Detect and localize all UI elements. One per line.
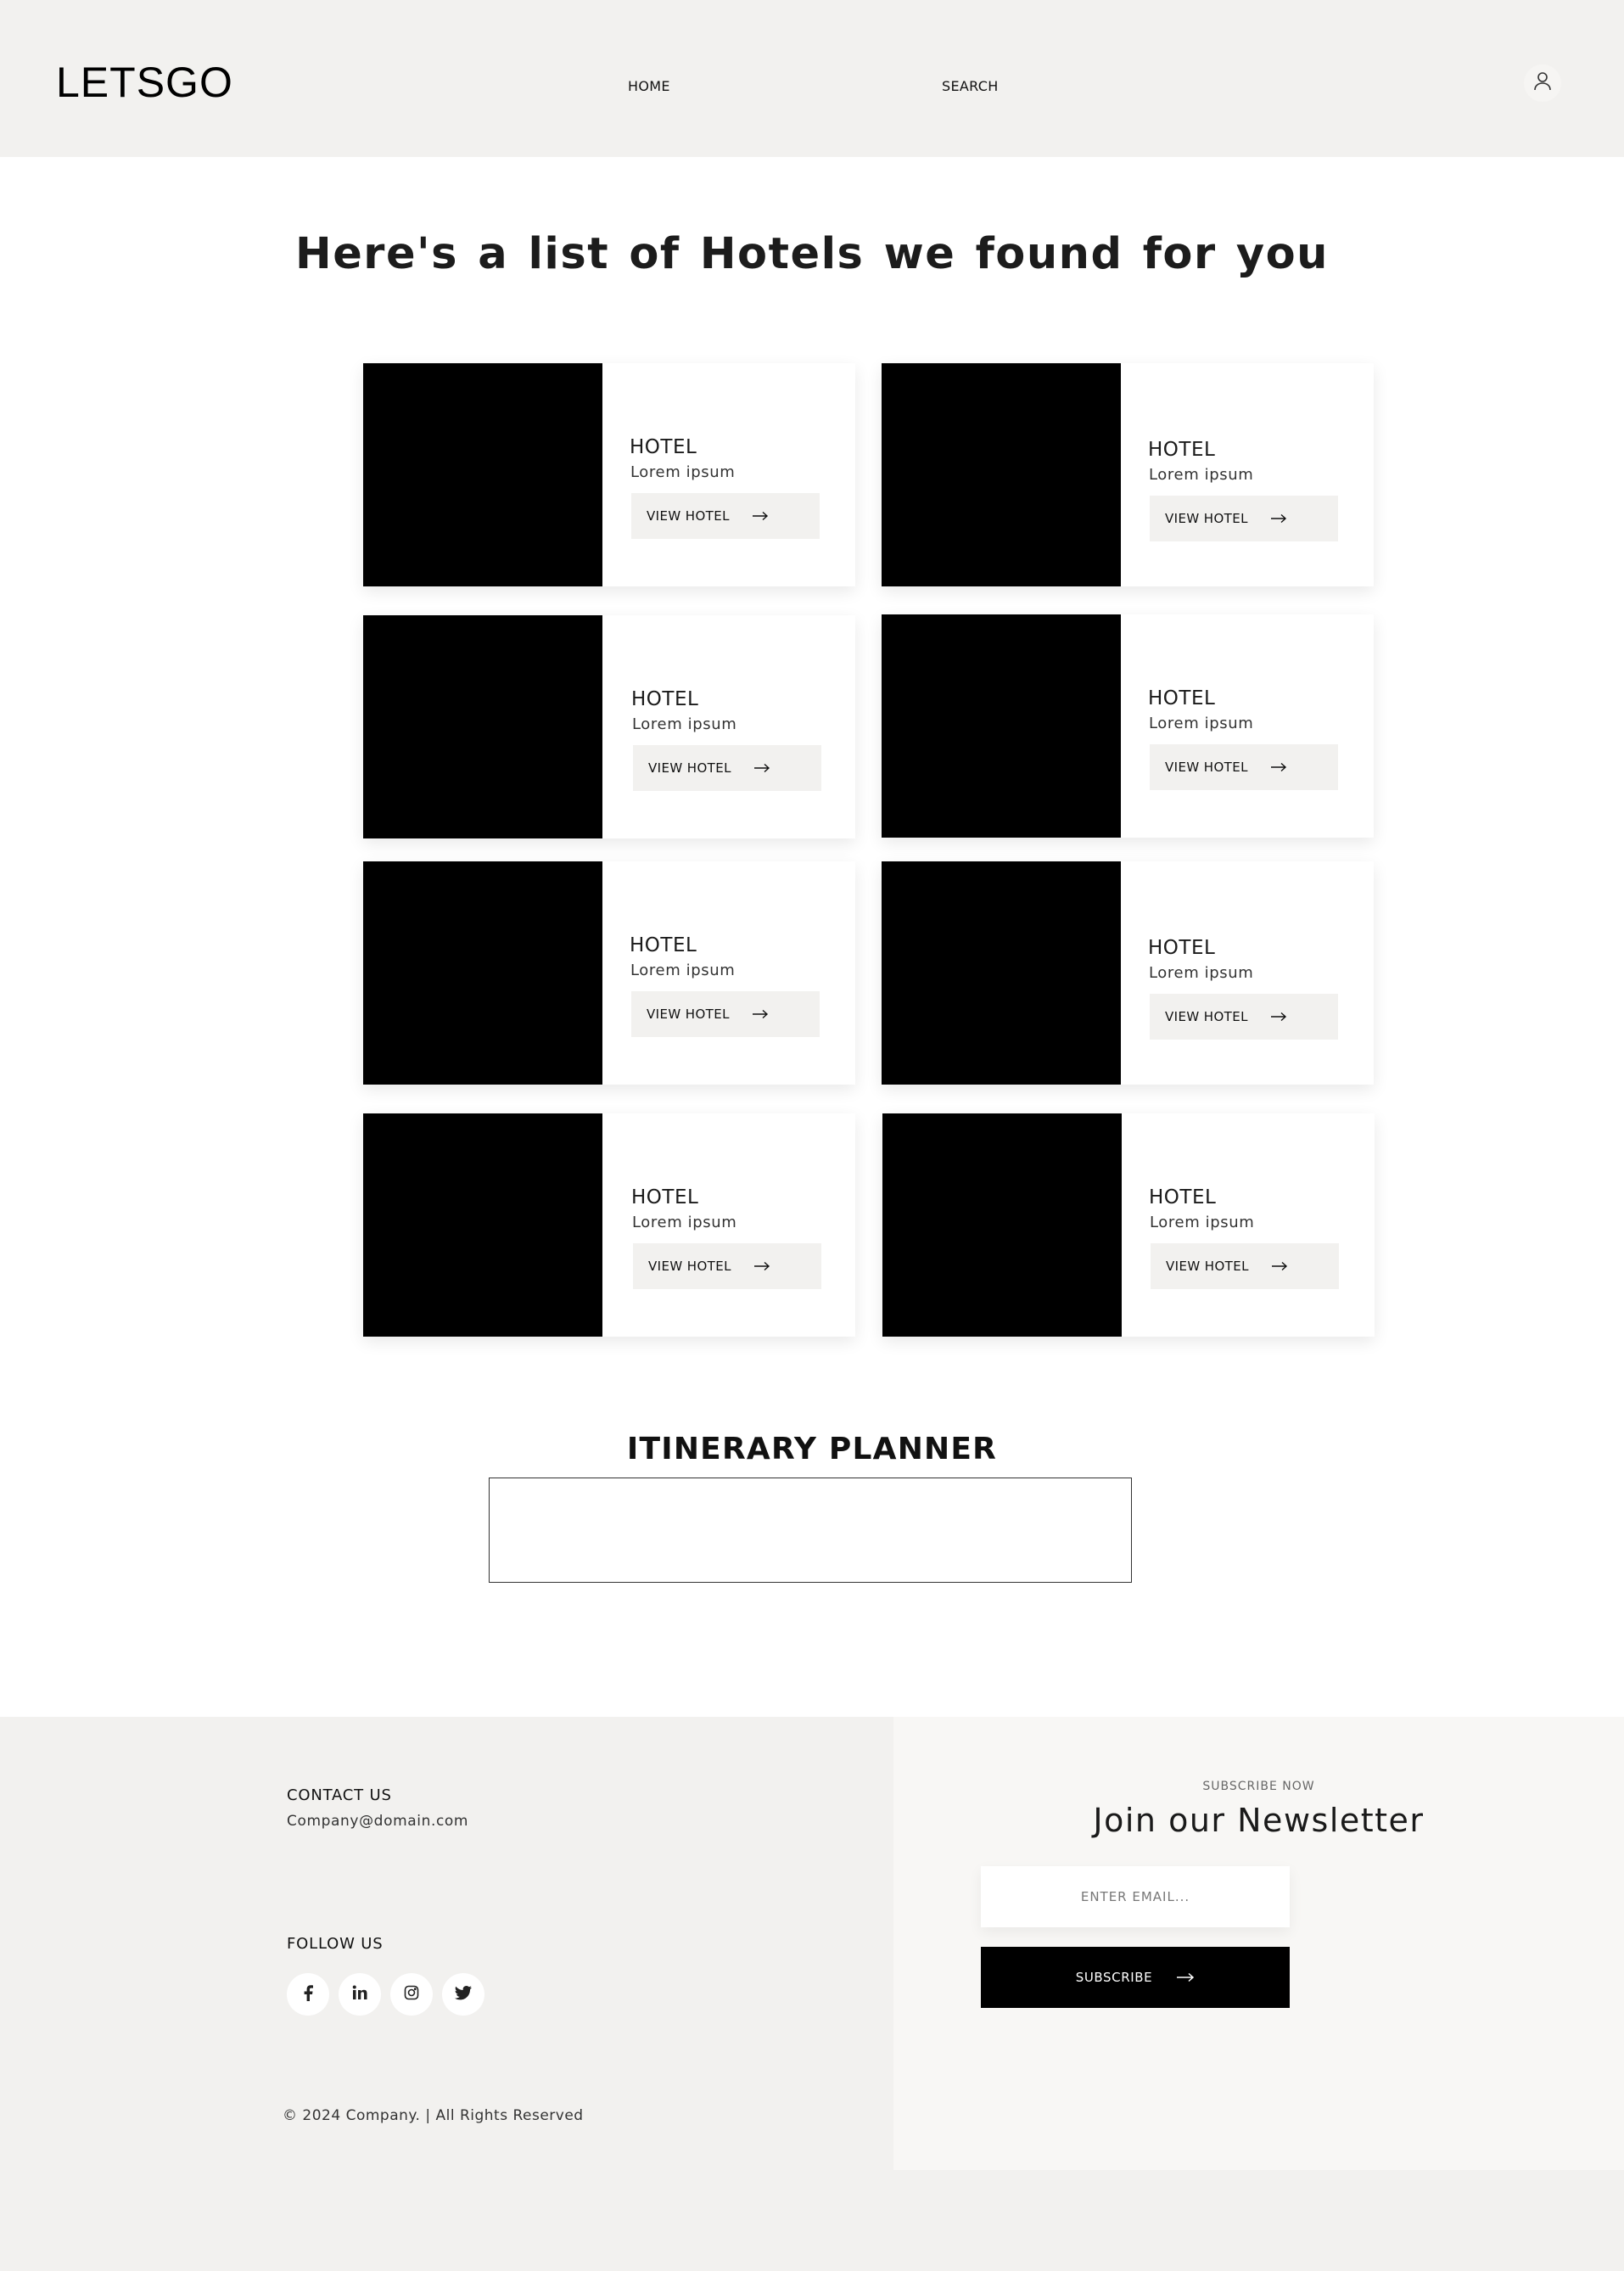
facebook-icon xyxy=(303,1984,313,2005)
contact-email-link[interactable]: Company@domain.com xyxy=(287,1813,468,1830)
hotel-title: HOTEL xyxy=(630,934,697,956)
newsletter-title: Join our Newsletter xyxy=(1093,1802,1425,1839)
facebook-link[interactable] xyxy=(287,1973,329,2016)
nav-home-link[interactable]: HOME xyxy=(628,78,670,94)
view-hotel-button[interactable]: VIEW HOTEL xyxy=(1150,994,1338,1040)
arrow-right-icon xyxy=(752,511,769,521)
hotel-image xyxy=(363,1113,602,1337)
twitter-link[interactable] xyxy=(442,1973,484,2016)
view-hotel-label: VIEW HOTEL xyxy=(1166,1259,1249,1274)
view-hotel-button[interactable]: VIEW HOTEL xyxy=(631,991,820,1037)
hotel-subtitle: Lorem ipsum xyxy=(1149,964,1254,982)
hotel-subtitle: Lorem ipsum xyxy=(632,715,737,733)
arrow-right-icon xyxy=(1270,513,1287,524)
view-hotel-label: VIEW HOTEL xyxy=(1165,1009,1248,1024)
view-hotel-label: VIEW HOTEL xyxy=(647,1007,730,1022)
hotel-card: HOTEL Lorem ipsum VIEW HOTEL xyxy=(363,615,855,838)
subscribe-label: SUBSCRIBE xyxy=(1075,1970,1153,1985)
hotel-subtitle: Lorem ipsum xyxy=(630,463,736,481)
linkedin-link[interactable] xyxy=(339,1973,381,2016)
hotel-subtitle: Lorem ipsum xyxy=(1149,715,1254,732)
subscribe-button[interactable]: SUBSCRIBE xyxy=(981,1947,1290,2008)
view-hotel-button[interactable]: VIEW HOTEL xyxy=(1151,1243,1339,1289)
hotel-subtitle: Lorem ipsum xyxy=(1150,1214,1255,1231)
view-hotel-label: VIEW HOTEL xyxy=(1165,760,1248,775)
hotel-image xyxy=(882,363,1121,586)
hotel-image xyxy=(363,363,602,586)
logo[interactable]: LETSGO xyxy=(56,58,233,107)
itinerary-planner-box[interactable] xyxy=(489,1478,1132,1583)
hotel-image xyxy=(882,861,1121,1085)
instagram-icon xyxy=(404,1985,419,2004)
twitter-icon xyxy=(455,1985,472,2004)
view-hotel-button[interactable]: VIEW HOTEL xyxy=(1150,744,1338,790)
arrow-right-icon xyxy=(1176,1972,1195,1982)
itinerary-planner-title: ITINERARY PLANNER xyxy=(626,1432,998,1466)
view-hotel-button[interactable]: VIEW HOTEL xyxy=(1150,496,1338,541)
account-button[interactable] xyxy=(1524,64,1561,102)
follow-us-heading: FOLLOW US xyxy=(287,1935,384,1953)
newsletter-email-input[interactable] xyxy=(981,1866,1290,1927)
contact-us-heading: CONTACT US xyxy=(287,1786,392,1804)
hotel-card: HOTEL Lorem ipsum VIEW HOTEL xyxy=(363,363,855,586)
arrow-right-icon xyxy=(1270,762,1287,772)
main-content: Here's a list of Hotels we found for you… xyxy=(0,157,1624,1717)
newsletter-kicker: SUBSCRIBE NOW xyxy=(1202,1780,1315,1793)
view-hotel-label: VIEW HOTEL xyxy=(647,508,730,524)
view-hotel-label: VIEW HOTEL xyxy=(648,760,731,776)
hotel-title: HOTEL xyxy=(1148,937,1216,959)
instagram-link[interactable] xyxy=(390,1973,433,2016)
social-links xyxy=(287,1973,484,2016)
hotel-card: HOTEL Lorem ipsum VIEW HOTEL xyxy=(882,614,1374,838)
view-hotel-label: VIEW HOTEL xyxy=(1165,511,1248,526)
arrow-right-icon xyxy=(752,1009,769,1019)
hotel-title: HOTEL xyxy=(631,1186,699,1208)
hotel-card: HOTEL Lorem ipsum VIEW HOTEL xyxy=(882,1113,1375,1337)
view-hotel-label: VIEW HOTEL xyxy=(648,1259,731,1274)
view-hotel-button[interactable]: VIEW HOTEL xyxy=(633,1243,821,1289)
hotel-image xyxy=(363,861,602,1085)
hotel-image xyxy=(882,1113,1122,1337)
hotel-subtitle: Lorem ipsum xyxy=(630,962,736,979)
page-title: Here's a list of Hotels we found for you xyxy=(295,229,1329,279)
newsletter-section: SUBSCRIBE NOW Join our Newsletter SUBSCR… xyxy=(893,1717,1624,2170)
arrow-right-icon xyxy=(753,763,770,773)
arrow-right-icon xyxy=(1271,1261,1288,1271)
view-hotel-button[interactable]: VIEW HOTEL xyxy=(631,493,820,539)
hotel-card: HOTEL Lorem ipsum VIEW HOTEL xyxy=(363,861,855,1085)
hotel-card: HOTEL Lorem ipsum VIEW HOTEL xyxy=(882,861,1374,1085)
site-header: LETSGO HOME SEARCH xyxy=(0,0,1624,157)
linkedin-icon xyxy=(352,1985,367,2004)
hotel-title: HOTEL xyxy=(1149,1186,1217,1208)
copyright-text: © 2024 Company. | All Rights Reserved xyxy=(283,2107,584,2124)
hotel-image xyxy=(363,615,602,838)
hotel-title: HOTEL xyxy=(630,436,697,458)
hotel-card: HOTEL Lorem ipsum VIEW HOTEL xyxy=(882,363,1374,586)
nav-search-link[interactable]: SEARCH xyxy=(942,78,999,94)
hotel-title: HOTEL xyxy=(1148,687,1216,709)
hotel-card: HOTEL Lorem ipsum VIEW HOTEL xyxy=(363,1113,855,1337)
user-icon xyxy=(1533,71,1552,95)
arrow-right-icon xyxy=(1270,1012,1287,1022)
arrow-right-icon xyxy=(753,1261,770,1271)
view-hotel-button[interactable]: VIEW HOTEL xyxy=(633,745,821,791)
hotel-subtitle: Lorem ipsum xyxy=(1149,466,1254,484)
hotel-image xyxy=(882,614,1121,838)
hotel-title: HOTEL xyxy=(1148,439,1216,461)
hotel-subtitle: Lorem ipsum xyxy=(632,1214,737,1231)
site-footer: CONTACT US Company@domain.com FOLLOW US … xyxy=(0,1717,1624,2271)
hotel-title: HOTEL xyxy=(631,688,699,710)
